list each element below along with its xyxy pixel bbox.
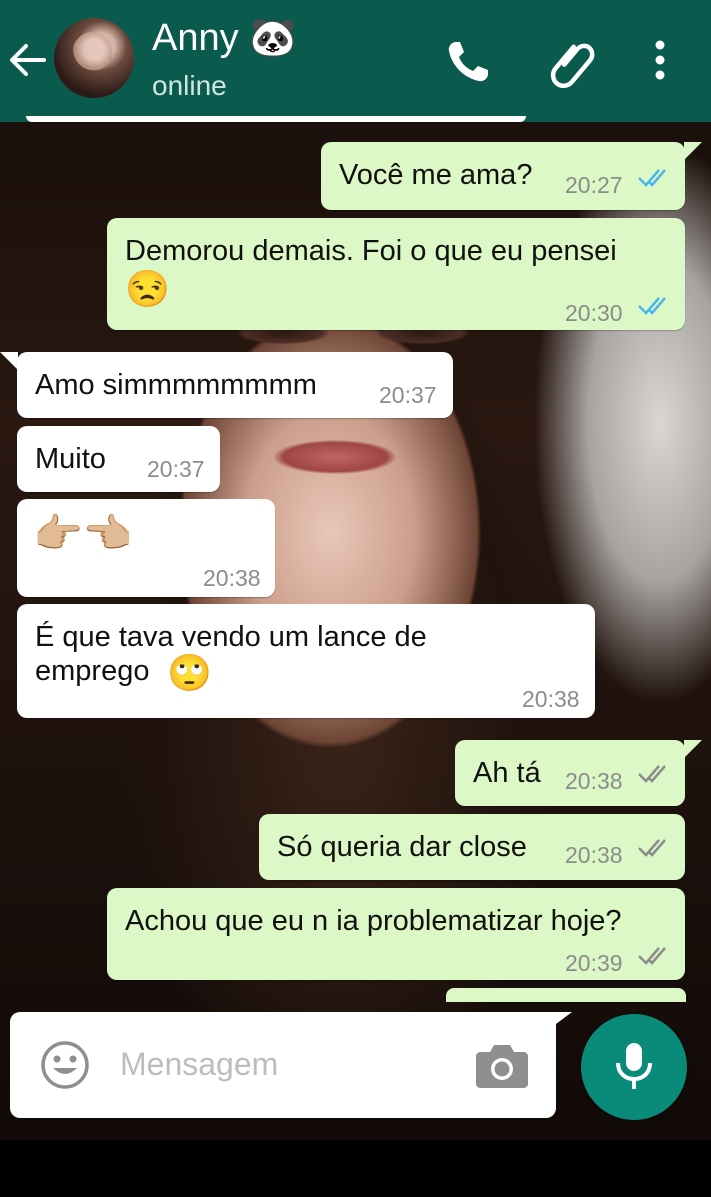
double-check-read-icon	[638, 169, 666, 187]
message-incoming[interactable]: Muito 20:37	[17, 426, 220, 492]
double-check-icon	[638, 839, 666, 857]
contact-name[interactable]: Anny 🐼	[152, 16, 297, 60]
double-check-read-icon	[638, 297, 666, 315]
message-time: 20:37	[379, 382, 437, 408]
message-text: Achou que eu n ia problematizar hoje?	[125, 905, 622, 937]
previous-message-edge	[26, 116, 526, 122]
message-outgoing[interactable]: Você me ama? 20:27	[321, 142, 685, 210]
chat-header: Anny 🐼 online	[0, 0, 711, 122]
message-incoming[interactable]: É que tava vendo um lance de emprego 🙄 2…	[17, 604, 595, 718]
message-text: Você me ama?	[339, 159, 533, 191]
message-outgoing[interactable]: Só queria dar close 20:38	[259, 814, 685, 880]
phone-icon[interactable]	[442, 36, 494, 88]
pointing-fingers-icon: 👉🏼👈🏼	[33, 512, 133, 556]
message-time: 20:38	[565, 842, 623, 868]
bubble-tail	[684, 142, 702, 160]
message-text: Muito	[35, 443, 106, 475]
microphone-icon	[616, 1043, 652, 1089]
double-check-icon	[638, 765, 666, 783]
more-vert-icon[interactable]	[638, 36, 690, 88]
smiley-icon[interactable]	[40, 1040, 90, 1090]
message-time: 20:39	[565, 950, 623, 976]
message-time: 20:30	[565, 300, 623, 326]
message-text: Ah tá	[473, 757, 541, 789]
paperclip-icon[interactable]	[546, 36, 598, 88]
message-time: 20:37	[147, 456, 205, 482]
camera-icon[interactable]	[474, 1040, 530, 1090]
message-time: 20:38	[565, 768, 623, 794]
message-incoming[interactable]: 👉🏼👈🏼 20:38	[17, 499, 275, 597]
message-composer[interactable]: Mensagem	[10, 1012, 556, 1118]
next-message-edge	[446, 988, 686, 1002]
contact-status: online	[152, 70, 227, 101]
double-check-icon	[638, 947, 666, 965]
wallpaper-detail	[274, 440, 396, 474]
avatar[interactable]	[54, 18, 134, 98]
message-time: 20:38	[522, 686, 580, 712]
message-outgoing[interactable]: Demorou demais. Foi o que eu pensei 😒 20…	[107, 218, 685, 330]
bubble-tail	[0, 352, 18, 370]
message-outgoing[interactable]: Achou que eu n ia problematizar hoje? 20…	[107, 888, 685, 980]
bubble-tail	[684, 740, 702, 758]
message-text: Amo simmmmmmmm	[35, 369, 317, 401]
message-time: 20:38	[203, 565, 261, 591]
message-time: 20:27	[565, 172, 623, 198]
message-text: Demorou demais. Foi o que eu pensei	[125, 235, 617, 267]
message-incoming[interactable]: Amo simmmmmmmm 20:37	[17, 352, 453, 418]
message-text: É que tava vendo um lance de emprego	[35, 621, 427, 687]
message-text: Só queria dar close	[277, 831, 527, 863]
composer-tail	[540, 1012, 572, 1036]
rolling-eyes-icon: 🙄	[167, 652, 212, 693]
message-input[interactable]: Mensagem	[120, 1046, 278, 1083]
microphone-button[interactable]	[581, 1014, 687, 1120]
arrow-left-icon[interactable]	[8, 38, 48, 82]
message-outgoing[interactable]: Ah tá 20:38	[455, 740, 685, 806]
unamused-face-icon: 😒	[125, 268, 170, 309]
